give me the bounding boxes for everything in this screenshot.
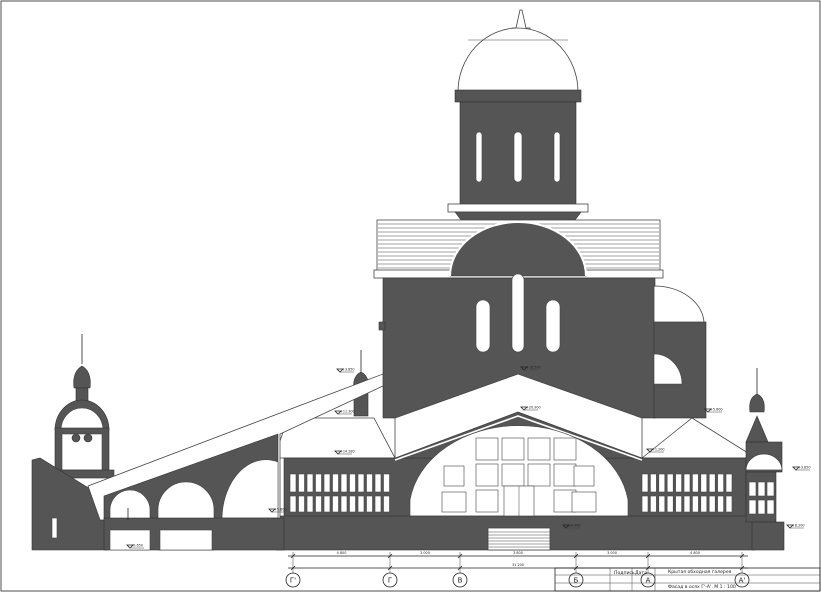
- level-mark: +3.850: [792, 466, 811, 471]
- level-mark-label: -0.650: [132, 544, 143, 548]
- level-mark: +3.850: [336, 368, 355, 373]
- dimension-lines: 4 800 3 000 3 800 3 000 4 800 31 200: [288, 551, 748, 572]
- axis-label: Г': [290, 577, 296, 585]
- level-mark-label: +1.200: [652, 448, 665, 452]
- level-mark-label: +3.850: [798, 466, 811, 470]
- title-col-signature: Подпись: [614, 570, 635, 576]
- level-mark-label: +11.300: [340, 410, 355, 414]
- axis-label: Б: [574, 577, 579, 585]
- dimension-segment: 4 800: [337, 551, 347, 555]
- axis-bubble: Г: [382, 572, 398, 588]
- level-mark: +1.200: [646, 448, 665, 453]
- title-block: Подпись Дата Крытая обходная галерея Фас…: [554, 567, 821, 592]
- level-mark-label: +3.850: [342, 368, 355, 372]
- level-mark-label: +18.500: [526, 366, 541, 370]
- dimension-total: 31 200: [512, 563, 524, 567]
- axis-bubble: А': [734, 572, 750, 588]
- axis-bubble: В: [452, 572, 468, 588]
- title-col-date: Дата: [635, 570, 647, 576]
- axis-label: Г: [388, 577, 392, 585]
- axis-bubble: Г': [285, 572, 301, 588]
- title-line-1: Крытая обходная галерея: [668, 569, 732, 575]
- level-mark: +5.600: [704, 408, 723, 413]
- level-mark-label: +5.600: [710, 408, 723, 412]
- level-mark-label: +8.200: [792, 524, 805, 528]
- level-mark-label: +14.280: [340, 450, 355, 454]
- level-mark: +8.200: [786, 524, 805, 529]
- dimension-segment: 3 800: [513, 551, 523, 555]
- axis-label: А': [739, 577, 746, 585]
- level-mark-label: +20.900: [526, 406, 541, 410]
- right-cupola: [745, 368, 785, 551]
- level-mark: +11.300: [334, 410, 355, 415]
- facade-drawing: -0.650 +3.850 +11.300 +14.280 +18.500 +20.900…: [0, 0, 821, 592]
- level-mark-label: +0.400: [568, 524, 581, 528]
- title-line-2: Фасад в осях Г'-А'. М 1 : 100: [668, 584, 736, 590]
- drawing-sheet: -0.650 +3.850 +11.300 +14.280 +18.500 +20.900…: [0, 0, 821, 592]
- level-mark-label: +5.800: [274, 508, 287, 512]
- dimension-segment: 3 000: [607, 551, 617, 555]
- dimension-segment: 4 800: [690, 551, 700, 555]
- axis-bubble: Б: [568, 572, 584, 588]
- dimension-segment: 3 000: [420, 551, 430, 555]
- main-dome: [447, 9, 589, 233]
- axis-label: А: [646, 577, 651, 585]
- axis-label: В: [458, 577, 463, 585]
